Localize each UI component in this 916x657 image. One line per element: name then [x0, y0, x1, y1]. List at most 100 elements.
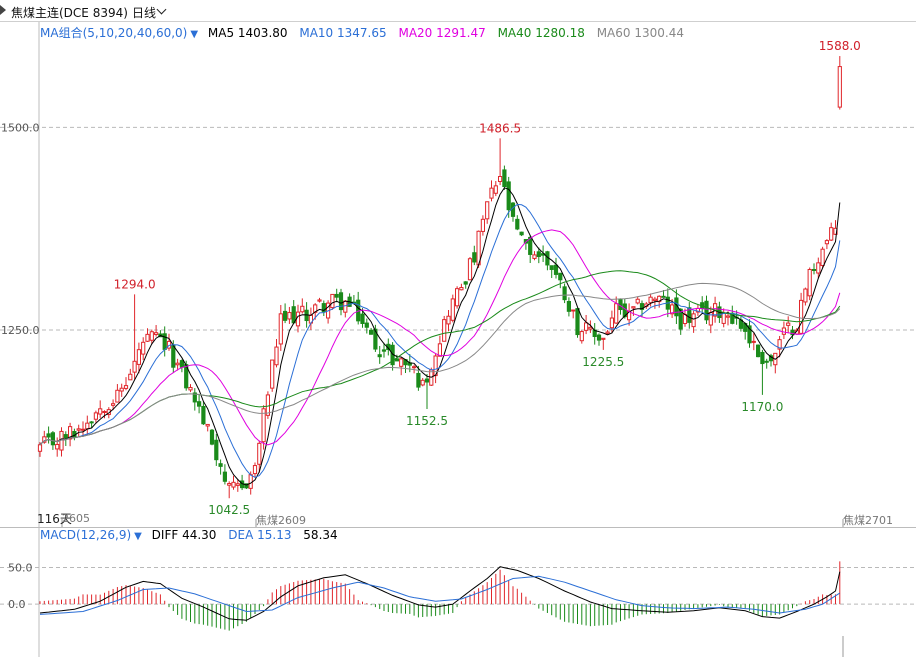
candle-body [502, 169, 507, 187]
diff-value: DIFF 44.30 [151, 528, 217, 542]
candle-body [364, 322, 369, 328]
candle-body [201, 405, 206, 425]
candle-body [614, 303, 619, 324]
candle-body [820, 248, 825, 266]
candle [463, 281, 468, 289]
candle-body [837, 66, 842, 108]
candle [635, 296, 640, 305]
candle [403, 359, 408, 373]
candle [747, 319, 752, 348]
candle [472, 245, 477, 266]
candle [437, 335, 442, 357]
candle-body [231, 481, 236, 488]
candle-body [136, 349, 142, 365]
candle [485, 201, 490, 224]
candle-body [218, 463, 223, 467]
candle-body [188, 387, 193, 391]
candle-body [455, 288, 460, 307]
candle [420, 377, 425, 387]
candle-body [472, 252, 477, 263]
candle-body [416, 372, 421, 388]
candle [68, 422, 73, 447]
candle-body [145, 333, 150, 342]
candle [498, 138, 503, 186]
candle [584, 314, 589, 335]
candle-body [278, 313, 283, 345]
candle-body [571, 309, 576, 312]
price-annotation: 1588.0 [819, 39, 861, 53]
candle-body [399, 358, 404, 367]
candle [652, 296, 657, 309]
candle-body [132, 360, 137, 373]
candle-body [493, 185, 498, 194]
candle [227, 481, 232, 499]
candle-body [584, 322, 589, 331]
x-label-2701: 焦煤2701 [843, 514, 893, 527]
candle-body [119, 387, 124, 392]
candle [85, 415, 90, 435]
candle [283, 303, 288, 324]
candle-body [459, 287, 464, 291]
candle-body [532, 254, 537, 259]
candle-body [175, 362, 180, 366]
dropdown-icon[interactable]: ▼ [134, 531, 142, 542]
candle-body [197, 401, 202, 407]
dropdown-icon[interactable]: ▼ [190, 29, 198, 40]
candle [549, 265, 554, 279]
candle [321, 300, 326, 317]
candle [115, 384, 120, 403]
price-annotation: 1225.5 [582, 355, 624, 369]
candle [390, 342, 395, 371]
candle [545, 250, 550, 271]
candle-body [330, 293, 335, 309]
candle-body [287, 312, 292, 320]
candle [566, 297, 571, 317]
candle [829, 222, 834, 242]
candle-body [562, 286, 567, 301]
candle-body [652, 298, 657, 301]
candle-body [691, 313, 696, 328]
candle [132, 294, 137, 380]
candle-body [205, 423, 210, 427]
candle [760, 349, 765, 395]
candle [166, 333, 172, 351]
candle-body [209, 429, 215, 445]
candle-body [93, 412, 99, 420]
candle-body [549, 265, 554, 270]
candle [334, 288, 339, 303]
candle [700, 296, 705, 313]
price-annotation: 1486.5 [479, 121, 521, 135]
candle-body [510, 202, 516, 217]
candle-body [515, 218, 520, 230]
candle-body [274, 346, 279, 366]
macd-legend-title[interactable]: MACD(12,26,9) [40, 528, 131, 542]
candle-body [489, 187, 494, 199]
candle-body [756, 344, 761, 358]
candle [773, 352, 778, 374]
candle-body [566, 300, 571, 312]
candle [489, 180, 494, 202]
candle-body [381, 349, 387, 352]
candle [338, 288, 344, 316]
candle-body [76, 428, 81, 431]
candle-body [46, 433, 51, 438]
ma-legend-title[interactable]: MA组合(5,10,20,40,60,0) [40, 26, 187, 40]
candle-body [63, 434, 68, 439]
candle-body [80, 428, 86, 431]
candle [799, 292, 804, 335]
candle-body [751, 340, 756, 343]
candle [756, 344, 761, 358]
candle [128, 368, 133, 381]
candle [188, 384, 193, 393]
candle [442, 315, 447, 342]
candle [197, 394, 202, 414]
candle-body [648, 296, 653, 304]
candle [786, 316, 791, 334]
candle [179, 359, 185, 373]
candle [811, 263, 817, 275]
candle [575, 308, 580, 338]
candle [265, 391, 270, 419]
candle [162, 326, 167, 357]
candle [515, 215, 520, 231]
candle-body [248, 474, 253, 489]
